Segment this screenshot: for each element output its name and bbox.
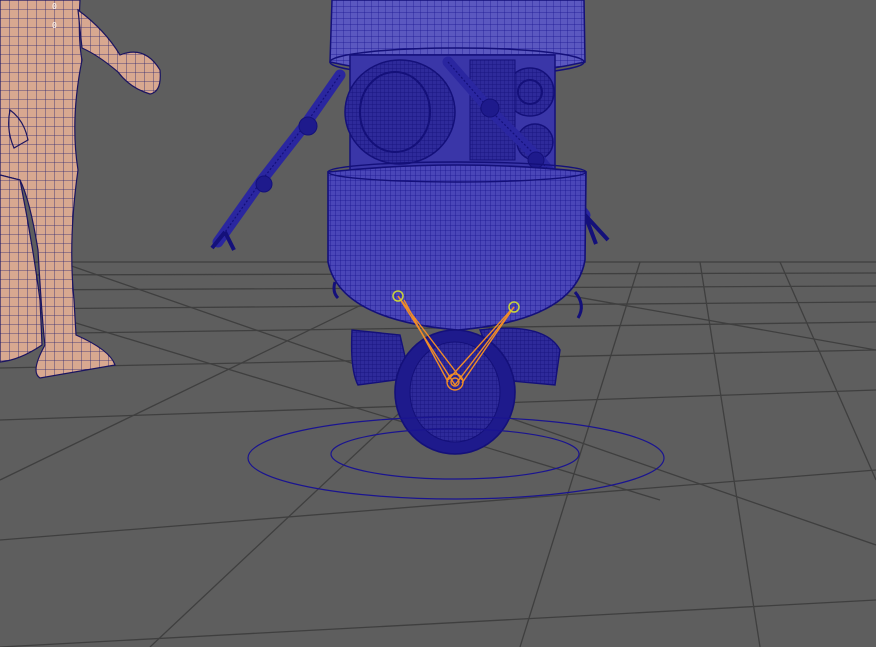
human-reference-figure[interactable] xyxy=(0,0,161,379)
base-controller[interactable] xyxy=(247,416,665,500)
viewport-canvas[interactable]: 0 0 xyxy=(0,0,876,647)
viewport-3d[interactable]: 0 0 xyxy=(0,0,876,647)
hud-label-2: 0 xyxy=(52,21,57,30)
robot-model[interactable] xyxy=(210,0,610,455)
hud-label-1: 0 xyxy=(52,2,57,11)
